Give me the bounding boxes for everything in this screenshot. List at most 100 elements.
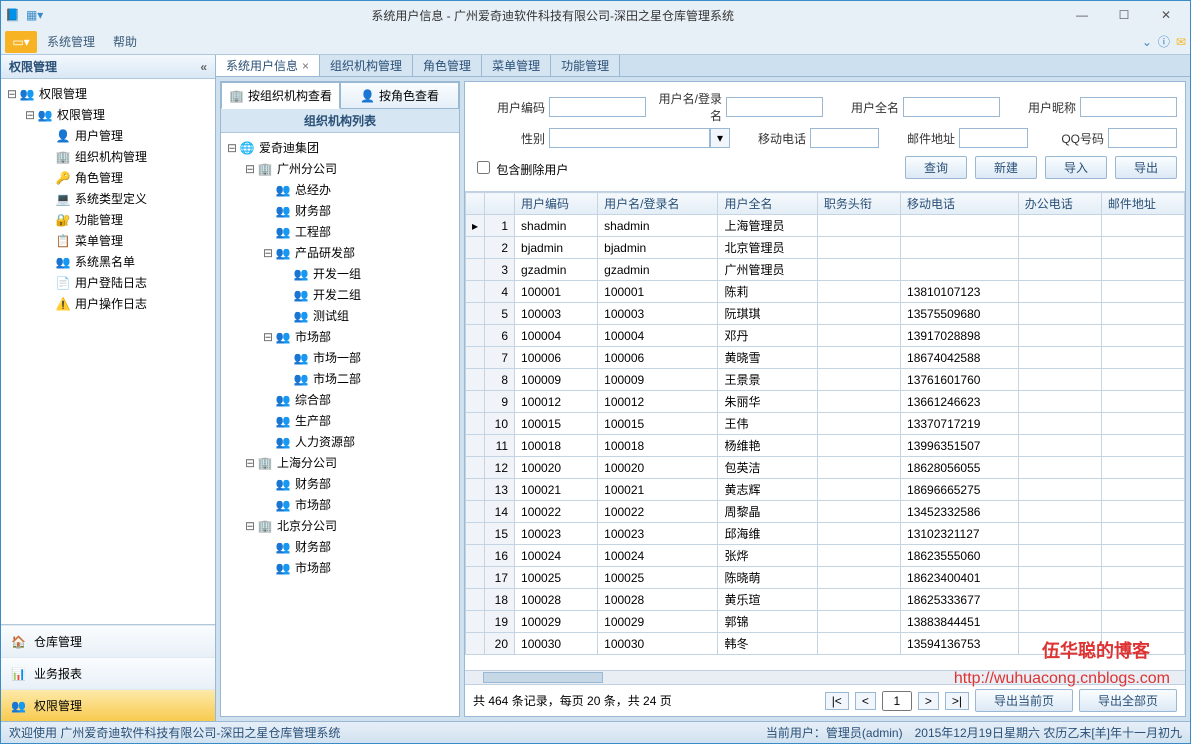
org-node[interactable]: 👥工程部 xyxy=(263,221,455,242)
doc-tab[interactable]: 角色管理 xyxy=(413,55,482,76)
new-button[interactable]: 新建 xyxy=(975,156,1037,179)
first-page-button[interactable]: |< xyxy=(825,692,849,710)
table-row[interactable]: 10100015100015王伟13370717219 xyxy=(466,413,1185,435)
org-node[interactable]: 👥市场一部 xyxy=(281,347,455,368)
input-email[interactable] xyxy=(959,128,1028,148)
sidebar-item[interactable]: 👤用户管理 xyxy=(43,125,211,146)
column-header[interactable]: 邮件地址 xyxy=(1101,193,1184,215)
table-row[interactable]: 17100025100025陈晓萌18623400401 xyxy=(466,567,1185,589)
table-row[interactable]: 2bjadminbjadmin北京管理员 xyxy=(466,237,1185,259)
column-header[interactable]: 用户编码 xyxy=(515,193,598,215)
input-mobile[interactable] xyxy=(810,128,879,148)
table-row[interactable]: 18100028100028黄乐瑄18625333677 xyxy=(466,589,1185,611)
sidebar-item[interactable]: 🔐功能管理 xyxy=(43,209,211,230)
org-root[interactable]: ⊟🌐爱奇迪集团 xyxy=(227,137,455,158)
org-node[interactable]: ⊟🏢广州分公司 xyxy=(245,158,455,179)
doc-tab[interactable]: 功能管理 xyxy=(551,55,620,76)
input-qq[interactable] xyxy=(1108,128,1177,148)
table-row[interactable]: ▸1shadminshadmin上海管理员 xyxy=(466,215,1185,237)
import-button[interactable]: 导入 xyxy=(1045,156,1107,179)
doc-tab[interactable]: 系统用户信息× xyxy=(216,55,320,76)
org-node[interactable]: 👥开发一组 xyxy=(281,263,455,284)
org-node[interactable]: ⊟👥产品研发部 xyxy=(263,242,455,263)
last-page-button[interactable]: >| xyxy=(945,692,969,710)
maximize-button[interactable]: ☐ xyxy=(1104,5,1144,25)
column-header[interactable]: 移动电话 xyxy=(901,193,1019,215)
doc-tab[interactable]: 菜单管理 xyxy=(482,55,551,76)
org-node[interactable]: 👥总经办 xyxy=(263,179,455,200)
info-icon[interactable]: ⓘ xyxy=(1158,33,1170,50)
table-row[interactable]: 14100022100022周黎晶13452332586 xyxy=(466,501,1185,523)
prev-page-button[interactable]: < xyxy=(855,692,876,710)
org-node[interactable]: 👥生产部 xyxy=(263,410,455,431)
user-grid[interactable]: 用户编码用户名/登录名用户全名职务头衔移动电话办公电话邮件地址 ▸1shadmi… xyxy=(465,192,1185,670)
nav-item[interactable]: 📊业务报表 xyxy=(1,657,215,689)
tab-by-org[interactable]: 🏢按组织机构查看 xyxy=(221,82,340,109)
export-button[interactable]: 导出 xyxy=(1115,156,1177,179)
table-row[interactable]: 16100024100024张烨18623555060 xyxy=(466,545,1185,567)
org-node[interactable]: 👥市场部 xyxy=(263,494,455,515)
column-header[interactable]: 用户名/登录名 xyxy=(598,193,718,215)
sidebar-item[interactable]: 🏢组织机构管理 xyxy=(43,146,211,167)
input-nickname[interactable] xyxy=(1080,97,1177,117)
include-deleted-checkbox[interactable]: 包含删除用户 xyxy=(473,158,568,178)
org-node[interactable]: 👥财务部 xyxy=(263,536,455,557)
close-icon[interactable]: × xyxy=(302,59,309,73)
doc-tab[interactable]: 组织机构管理 xyxy=(320,55,413,76)
org-node[interactable]: 👥财务部 xyxy=(263,473,455,494)
table-row[interactable]: 19100029100029郭锦13883844451 xyxy=(466,611,1185,633)
org-node[interactable]: 👥综合部 xyxy=(263,389,455,410)
table-row[interactable]: 12100020100020包英洁18628056055 xyxy=(466,457,1185,479)
menu-system[interactable]: 系统管理 xyxy=(47,33,95,50)
table-row[interactable]: 9100012100012朱丽华13661246623 xyxy=(466,391,1185,413)
tree-root[interactable]: ⊟👥权限管理 xyxy=(7,83,211,104)
horizontal-scrollbar[interactable] xyxy=(465,670,1185,684)
chevron-down-icon[interactable]: ⌄ xyxy=(1142,35,1152,49)
export-current-page-button[interactable]: 导出当前页 xyxy=(975,689,1073,712)
menu-help[interactable]: 帮助 xyxy=(113,33,137,50)
next-page-button[interactable]: > xyxy=(918,692,939,710)
column-header[interactable]: 办公电话 xyxy=(1018,193,1101,215)
export-all-pages-button[interactable]: 导出全部页 xyxy=(1079,689,1177,712)
mail-icon[interactable]: ✉ xyxy=(1176,35,1186,49)
org-node[interactable]: 👥开发二组 xyxy=(281,284,455,305)
sidebar-item[interactable]: 📋菜单管理 xyxy=(43,230,211,251)
table-row[interactable]: 13100021100021黄志辉18696665275 xyxy=(466,479,1185,501)
table-row[interactable]: 6100004100004邓丹13917028898 xyxy=(466,325,1185,347)
input-gender[interactable] xyxy=(549,128,710,148)
input-fullname[interactable] xyxy=(903,97,1000,117)
column-header[interactable]: 职务头衔 xyxy=(817,193,900,215)
minimize-button[interactable]: — xyxy=(1062,5,1102,25)
sidebar-item[interactable]: 💻系统类型定义 xyxy=(43,188,211,209)
input-login[interactable] xyxy=(726,97,823,117)
query-button[interactable]: 查询 xyxy=(905,156,967,179)
org-node[interactable]: 👥财务部 xyxy=(263,200,455,221)
close-button[interactable]: ✕ xyxy=(1146,5,1186,25)
table-row[interactable]: 8100009100009王景景13761601760 xyxy=(466,369,1185,391)
org-node[interactable]: ⊟🏢北京分公司 xyxy=(245,515,455,536)
sidebar-item[interactable]: ⚠️用户操作日志 xyxy=(43,293,211,314)
qat-icon[interactable]: ▦▾ xyxy=(26,8,43,22)
nav-item[interactable]: 🏠仓库管理 xyxy=(1,625,215,657)
input-code[interactable] xyxy=(549,97,646,117)
org-node[interactable]: 👥市场二部 xyxy=(281,368,455,389)
org-node[interactable]: ⊟👥市场部 xyxy=(263,326,455,347)
table-row[interactable]: 20100030100030韩冬13594136753 xyxy=(466,633,1185,655)
tree-level2[interactable]: ⊟👥权限管理 xyxy=(25,104,211,125)
org-node[interactable]: 👥人力资源部 xyxy=(263,431,455,452)
org-node[interactable]: 👥市场部 xyxy=(263,557,455,578)
table-row[interactable]: 11100018100018杨维艳13996351507 xyxy=(466,435,1185,457)
table-row[interactable]: 7100006100006黄晓雪18674042588 xyxy=(466,347,1185,369)
page-input[interactable] xyxy=(882,691,912,711)
table-row[interactable]: 15100023100023邱海维13102321127 xyxy=(466,523,1185,545)
gender-dropdown-button[interactable]: ▾ xyxy=(710,128,730,148)
table-row[interactable]: 4100001100001陈莉13810107123 xyxy=(466,281,1185,303)
nav-item[interactable]: 👥权限管理 xyxy=(1,689,215,721)
org-node[interactable]: ⊟🏢上海分公司 xyxy=(245,452,455,473)
sidebar-item[interactable]: 📄用户登陆日志 xyxy=(43,272,211,293)
main-menu-button[interactable]: ▭▾ xyxy=(5,31,37,53)
table-row[interactable]: 3gzadmingzadmin广州管理员 xyxy=(466,259,1185,281)
table-row[interactable]: 5100003100003阮琪琪13575509680 xyxy=(466,303,1185,325)
column-header[interactable]: 用户全名 xyxy=(718,193,817,215)
collapse-icon[interactable]: « xyxy=(200,60,207,74)
